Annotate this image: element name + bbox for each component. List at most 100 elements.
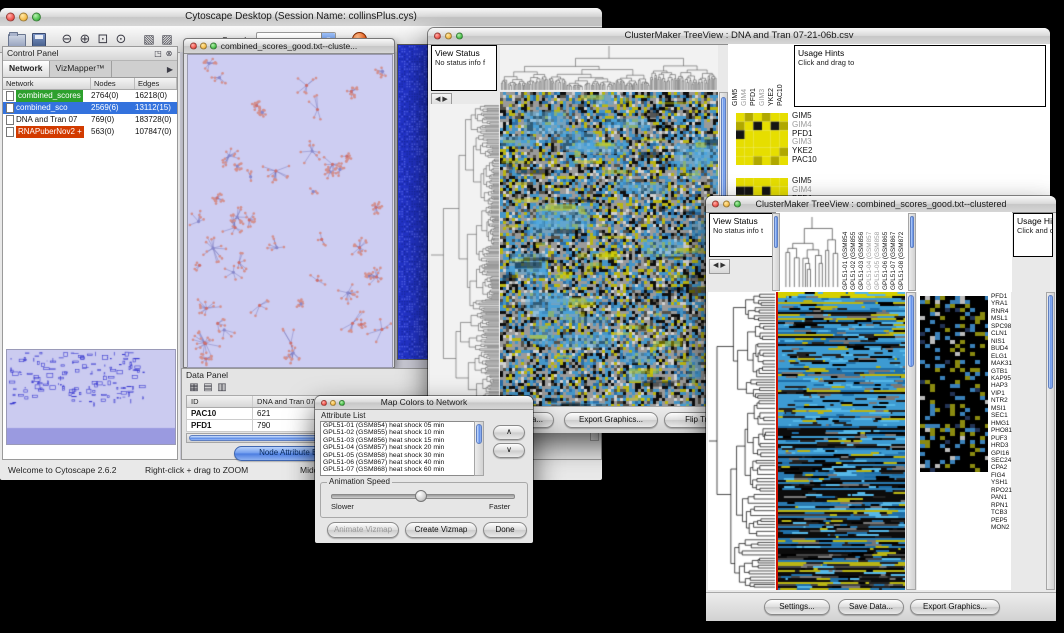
attribute-item[interactable]: GPL51-01 (GSM854) heat shock 05 min — [321, 422, 474, 429]
network-attr-table-icon[interactable]: ▥ — [216, 382, 228, 394]
attribute-list-scrollbar[interactable] — [474, 421, 484, 476]
gene-name[interactable]: BUD4 — [991, 345, 1021, 352]
gene-name[interactable]: PAN1 — [991, 494, 1021, 501]
gene-name[interactable]: PHO81 — [991, 427, 1021, 434]
gene-name[interactable]: KAP95 — [991, 375, 1021, 382]
close-panel-icon[interactable]: ⊗ — [164, 48, 174, 59]
gene-name[interactable]: MSL1 — [991, 315, 1021, 322]
scroll-thumb[interactable] — [774, 216, 778, 248]
network-view-canvas[interactable] — [187, 54, 393, 368]
scroll-thumb[interactable] — [908, 295, 914, 367]
window-controls[interactable] — [321, 400, 345, 406]
gene-name[interactable]: GTB1 — [991, 368, 1021, 375]
minimize-button[interactable] — [330, 400, 336, 406]
zoom-button[interactable] — [734, 201, 741, 208]
zoom-button[interactable] — [210, 43, 217, 50]
save-session-icon[interactable] — [32, 33, 46, 47]
nav-left-icon[interactable]: ◀ — [713, 262, 718, 269]
gene-name[interactable]: TCB3 — [991, 509, 1021, 516]
attribute-item[interactable]: GPL51-07 (GSM868) heat shock 60 min — [321, 466, 474, 473]
nav-left-icon[interactable]: ◀ — [435, 96, 440, 103]
gene-dendrogram[interactable] — [708, 292, 776, 590]
gene-name[interactable]: PUF3 — [991, 435, 1021, 442]
zoom-button[interactable] — [456, 33, 463, 40]
column-dendrogram[interactable] — [782, 216, 842, 288]
save-data-button[interactable]: Save Data... — [838, 599, 904, 615]
network-row[interactable]: DNA and Tran 07 769(0) 183728(0) — [3, 114, 177, 126]
close-button[interactable] — [190, 43, 197, 50]
tab-vizmapper[interactable]: VizMapper™ — [50, 61, 112, 77]
window-controls[interactable] — [434, 33, 463, 40]
gene-name[interactable]: CLN1 — [991, 330, 1021, 337]
node-attr-table-icon[interactable]: ▦ — [188, 382, 200, 394]
attribute-item[interactable]: GPL51-05 (GSM858) heat shock 30 min — [321, 452, 474, 459]
gene-name[interactable]: YRA1 — [991, 300, 1021, 307]
gene-name[interactable]: HAP3 — [991, 382, 1021, 389]
gene-name[interactable]: HMG1 — [991, 420, 1021, 427]
gene-name[interactable]: CPA2 — [991, 464, 1021, 471]
network-overview-thumbnail[interactable] — [6, 349, 176, 445]
minimize-button[interactable] — [723, 201, 730, 208]
gene-name[interactable]: SEC24 — [991, 457, 1021, 464]
background-network-window[interactable] — [397, 44, 432, 360]
gene-name[interactable]: YSH1 — [991, 479, 1021, 486]
close-button[interactable] — [434, 33, 441, 40]
gene-name[interactable]: NTR2 — [991, 397, 1021, 404]
header-right-scrollbar[interactable] — [908, 213, 916, 291]
gene-name[interactable]: MAK31 — [991, 360, 1021, 367]
gene-name[interactable]: ELG1 — [991, 353, 1021, 360]
column-dendrogram[interactable] — [500, 45, 718, 91]
gene-name[interactable]: VIP1 — [991, 390, 1021, 397]
move-up-button[interactable]: ∧ — [493, 425, 525, 440]
gene-name[interactable]: NIS1 — [991, 338, 1021, 345]
gene-name[interactable]: GPI16 — [991, 450, 1021, 457]
attribute-list[interactable]: GPL51-01 (GSM854) heat shock 05 minGPL51… — [320, 421, 484, 476]
speed-slider-thumb[interactable] — [415, 490, 427, 502]
float-panel-icon[interactable]: ◳ — [153, 48, 163, 59]
tab-network[interactable]: Network — [3, 61, 50, 77]
scroll-thumb[interactable] — [1048, 295, 1053, 389]
export-graphics-button[interactable]: Export Graphics... — [564, 412, 658, 428]
close-button[interactable] — [6, 13, 15, 22]
gene-name[interactable]: SPC98 — [991, 323, 1021, 330]
network-row[interactable]: combined_scores 2764(0) 16218(0) — [3, 90, 177, 102]
gene-name[interactable]: RPN1 — [991, 502, 1021, 509]
gene-name[interactable]: MSI1 — [991, 405, 1021, 412]
network-view-titlebar[interactable]: combined_scores_good.txt--cluste... — [184, 39, 394, 54]
gene-dendrogram[interactable] — [430, 104, 500, 406]
edge-attr-table-icon[interactable]: ▤ — [202, 382, 214, 394]
zoom-button[interactable] — [339, 400, 345, 406]
treeview-dna-titlebar[interactable]: ClusterMaker TreeView : DNA and Tran 07-… — [428, 28, 1050, 45]
nav-right-icon[interactable]: ▶ — [720, 262, 725, 269]
tree-nav-control[interactable]: ◀ ▶ — [709, 259, 730, 274]
attribute-item[interactable]: GPL51-06 (GSM867) heat shock 40 min — [321, 459, 474, 466]
gene-name[interactable]: SEC1 — [991, 412, 1021, 419]
export-graphics-button[interactable]: Export Graphics... — [910, 599, 1000, 615]
correlation-matrix[interactable] — [736, 113, 788, 165]
minimize-button[interactable] — [19, 13, 28, 22]
attribute-item[interactable]: GPL51-02 (GSM855) heat shock 10 min — [321, 429, 474, 436]
move-down-button[interactable]: ∨ — [493, 443, 525, 458]
gene-name[interactable]: HRD3 — [991, 442, 1021, 449]
nav-right-icon[interactable]: ▶ — [442, 96, 447, 103]
attribute-item[interactable]: GPL51-04 (GSM857) heat shock 20 min — [321, 444, 474, 451]
gene-list-vscrollbar[interactable] — [1046, 292, 1055, 590]
heatmap-vscrollbar[interactable] — [906, 292, 916, 590]
close-button[interactable] — [712, 201, 719, 208]
create-vizmap-button[interactable]: Create Vizmap — [405, 522, 477, 538]
settings-button[interactable]: Settings... — [764, 599, 830, 615]
animate-vizmap-button[interactable]: Animate Vizmap — [327, 522, 399, 538]
gene-name[interactable]: PEP5 — [991, 517, 1021, 524]
scroll-thumb[interactable] — [476, 424, 482, 444]
treeview-combined-titlebar[interactable]: ClusterMaker TreeView : combined_scores_… — [706, 196, 1056, 213]
window-controls[interactable] — [6, 13, 41, 22]
done-button[interactable]: Done — [483, 522, 527, 538]
tab-overflow-icon[interactable]: ▶ — [165, 64, 175, 75]
network-row-selected[interactable]: combined_sco 2569(6) 13112(15) — [3, 102, 177, 114]
window-controls[interactable] — [712, 201, 741, 208]
dialog-titlebar[interactable]: Map Colors to Network — [315, 396, 533, 410]
close-button[interactable] — [321, 400, 327, 406]
expression-heatmap[interactable] — [500, 92, 718, 406]
network-row[interactable]: RNAPuberNov2 + 563(0) 107847(0) — [3, 126, 177, 138]
main-titlebar[interactable]: Cytoscape Desktop (Session Name: collins… — [0, 8, 602, 27]
